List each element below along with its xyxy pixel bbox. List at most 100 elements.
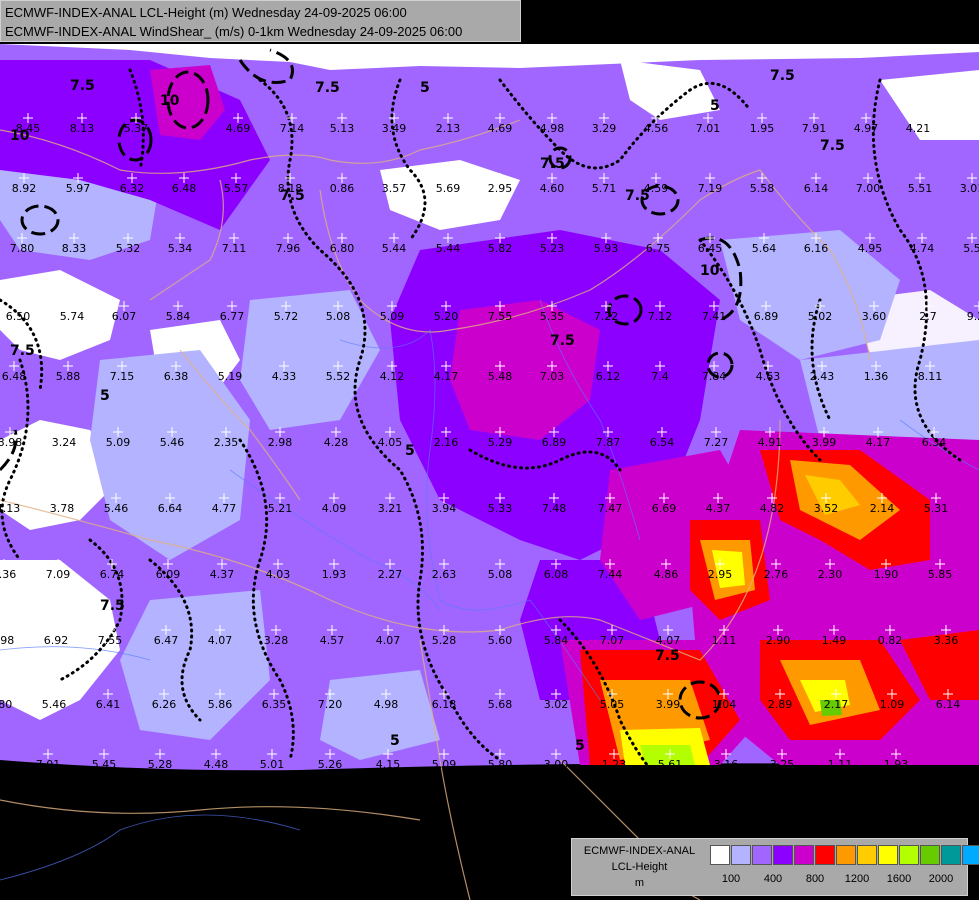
shear-value-label: 4.28 xyxy=(324,436,349,449)
shear-value-label: 4.57 xyxy=(320,634,345,647)
shear-value-label: 6.14 xyxy=(936,698,961,711)
shear-value-label: 4.07 xyxy=(656,634,681,647)
shear-value-label: 3.99 xyxy=(656,698,681,711)
contour-label: 7.5 xyxy=(70,78,95,94)
shear-value-label: 5.09 xyxy=(432,758,457,771)
shear-value-label: 3.02 xyxy=(544,698,569,711)
shear-value-label: 5.02 xyxy=(808,310,833,323)
shear-value-label: 6.80 xyxy=(330,242,355,255)
legend-swatch xyxy=(878,845,898,865)
shear-value-label: 7.09 xyxy=(46,568,71,581)
shear-value-label: 5.71 xyxy=(592,182,617,195)
shear-value-label: 1.09 xyxy=(880,698,905,711)
shear-value-label: 1.23 xyxy=(602,758,627,771)
shear-value-label: 5.52 xyxy=(326,370,351,383)
shear-value-label: 8.92 xyxy=(12,182,37,195)
shear-value-label: 4.59 xyxy=(644,182,669,195)
shear-value-label: 5.68 xyxy=(488,698,513,711)
legend-swatch xyxy=(731,845,751,865)
shear-value-label: 4.56 xyxy=(644,122,669,135)
shear-value-label: 5.80 xyxy=(488,758,513,771)
shear-value-label: 6.48 xyxy=(172,182,197,195)
legend-variable: LCL-Height xyxy=(611,861,668,873)
shear-value-label: 5.08 xyxy=(326,310,351,323)
contour-label: 7.5 xyxy=(315,80,340,96)
shear-value-label: 8.33 xyxy=(62,242,87,255)
shear-value-label: 4.15 xyxy=(376,758,401,771)
shear-value-label: 3.24 xyxy=(52,436,77,449)
shear-value-label: 5.46 xyxy=(104,502,129,515)
shear-value-label: 2.7 xyxy=(919,310,937,323)
shear-value-label: 4.33 xyxy=(272,370,297,383)
shear-value-label: 6.50 xyxy=(6,310,31,323)
shear-value-label: 5.85 xyxy=(928,568,953,581)
shear-value-label: 4.12 xyxy=(380,370,405,383)
shear-value-label: 1.93 xyxy=(884,758,909,771)
shear-value-label: 5.60 xyxy=(488,634,513,647)
shear-value-label: 2.27 xyxy=(378,568,403,581)
shear-value-label: 6.54 xyxy=(650,436,675,449)
legend-ticks: 100 400 800 1200 1600 2000 xyxy=(710,873,970,889)
shear-value-label: 2.63 xyxy=(432,568,457,581)
contour-label: 5 xyxy=(575,738,585,754)
shear-value-label: 7.01 xyxy=(36,758,61,771)
shear-value-label: 2.30 xyxy=(818,568,843,581)
shear-value-label: 5.33 xyxy=(488,502,513,515)
shear-value-label: 5.72 xyxy=(274,310,299,323)
shear-value-label: 2.95 xyxy=(488,182,513,195)
legend-unit: m xyxy=(634,877,645,889)
shear-value-label: 5.46 xyxy=(42,698,67,711)
shear-value-label: 6.08 xyxy=(544,568,569,581)
shear-value-label: 1.90 xyxy=(874,568,899,581)
legend-tick-label: 400 xyxy=(763,873,783,885)
shear-value-label: 5.44 xyxy=(436,242,461,255)
shear-value-label: 8.13 xyxy=(70,122,95,135)
shear-value-label: 5.88 xyxy=(56,370,81,383)
shear-value-label: 6.18 xyxy=(432,698,457,711)
color-legend: ECMWF-INDEX-ANAL LCL-Height m 100 400 800 1… xyxy=(571,838,979,896)
shear-value-label: 3.94 xyxy=(432,502,457,515)
title-wind-shear: ECMWF-INDEX-ANAL WindShear_ (m/s) 0-1km … xyxy=(5,24,463,39)
contour-label: 5 xyxy=(405,443,415,459)
shear-value-label: 6.14 xyxy=(804,182,829,195)
contour-label: 10 xyxy=(160,93,180,109)
legend-swatch xyxy=(941,845,961,865)
contour-label: 7.5 xyxy=(820,138,845,154)
legend-swatch xyxy=(899,845,919,865)
shear-value-label: 7.80 xyxy=(10,242,35,255)
shear-value-label: 8.11 xyxy=(918,370,943,383)
legend-swatch xyxy=(920,845,940,865)
shear-value-label: 6.89 xyxy=(754,310,779,323)
shear-value-label: 5.20 xyxy=(434,310,459,323)
shear-value-label: 7.41 xyxy=(702,310,727,323)
contour-label: 10 xyxy=(700,263,720,279)
shear-value-label: 5.09 xyxy=(106,436,131,449)
shear-value-label: 5.44 xyxy=(382,242,407,255)
legend-tick-label: 1200 xyxy=(844,873,870,885)
shear-value-label: 8.18 xyxy=(278,182,303,195)
legend-tick-label: 2000 xyxy=(928,873,954,885)
shear-value-label: 4.03 xyxy=(266,568,291,581)
shear-value-label: 3.16 xyxy=(714,758,739,771)
shear-value-label: 4.07 xyxy=(376,634,401,647)
shear-value-label: 7.20 xyxy=(318,698,343,711)
legend-tick-label: 800 xyxy=(805,873,825,885)
shear-value-label: 7.27 xyxy=(704,436,729,449)
shear-value-label: 6.74 xyxy=(100,568,125,581)
shear-value-label: 7.15 xyxy=(110,370,135,383)
shear-value-label: 7.91 xyxy=(802,122,827,135)
shear-value-label: 4.07 xyxy=(208,634,233,647)
shear-value-label: 5.98 xyxy=(0,634,14,647)
shear-value-label: 5.08 xyxy=(488,568,513,581)
shear-value-label: 4.86 xyxy=(654,568,679,581)
shear-value-label: 4.69 xyxy=(226,122,251,135)
shear-value-label: 4.21 xyxy=(906,122,931,135)
shear-value-label: 5.45 xyxy=(92,758,117,771)
shear-value-label: 2.16 xyxy=(434,436,459,449)
shear-value-label: 5.93 xyxy=(594,242,619,255)
shear-value-label: 2.89 xyxy=(768,698,793,711)
shear-value-label: 7.55 xyxy=(98,634,123,647)
shear-value-label: 6.41 xyxy=(96,698,121,711)
shear-value-label: 5.35 xyxy=(540,310,565,323)
shear-value-label: 3.00 xyxy=(544,758,569,771)
